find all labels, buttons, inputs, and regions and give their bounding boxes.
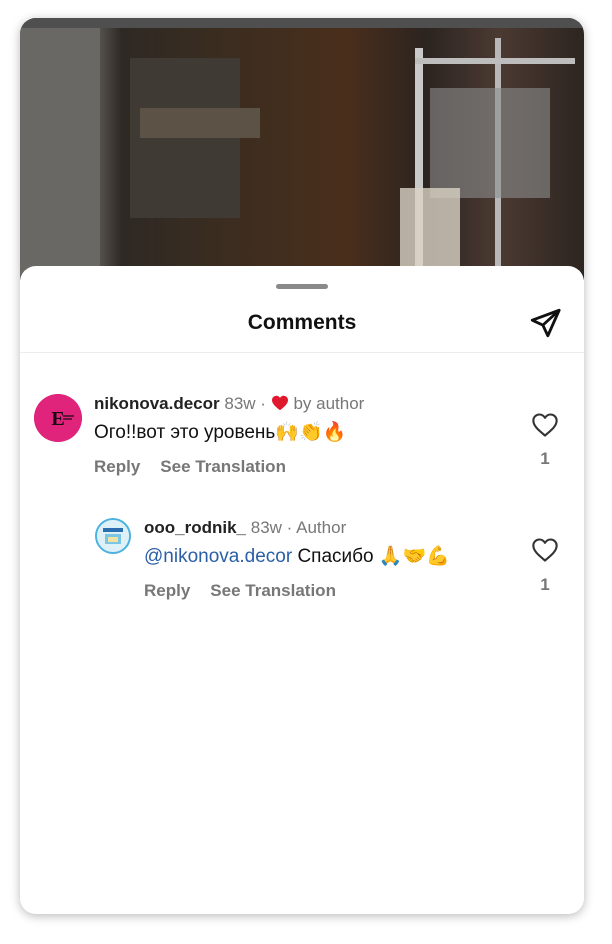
header-divider bbox=[20, 352, 584, 353]
photo-scene bbox=[20, 28, 575, 280]
mention-link[interactable]: @nikonova.decor bbox=[144, 546, 292, 567]
reply-button[interactable]: Reply bbox=[94, 457, 140, 476]
phone-screen: Comments E nikonova.decor 83w · by autho… bbox=[20, 18, 584, 914]
comment-username[interactable]: ooo_rodnik_ bbox=[144, 518, 246, 537]
author-tag: Author bbox=[296, 518, 347, 537]
background-photo bbox=[20, 18, 584, 280]
comment-actions: Reply See Translation bbox=[94, 457, 306, 477]
heart-outline-icon[interactable] bbox=[531, 537, 559, 563]
separator-dot: · bbox=[286, 518, 293, 537]
send-icon[interactable] bbox=[528, 306, 562, 340]
drag-handle[interactable] bbox=[276, 284, 328, 289]
sheet-title: Comments bbox=[247, 311, 357, 334]
comment-text: Ого!!вот это уровень🙌👏🔥 bbox=[94, 420, 346, 444]
comment-time: 83w bbox=[224, 394, 256, 413]
comment-body: Ого!!вот это уровень bbox=[94, 422, 276, 443]
see-translation-button[interactable]: See Translation bbox=[210, 581, 336, 600]
comments-sheet: Comments E nikonova.decor 83w · by autho… bbox=[20, 266, 584, 914]
comment-actions: Reply See Translation bbox=[144, 581, 356, 601]
see-translation-button[interactable]: See Translation bbox=[160, 457, 286, 476]
comment-time: 83w bbox=[250, 518, 282, 537]
reply-button[interactable]: Reply bbox=[144, 581, 190, 600]
heart-filled-icon bbox=[271, 395, 288, 411]
comment-username[interactable]: nikonova.decor bbox=[94, 394, 220, 413]
comment-body: Спасибо bbox=[297, 546, 374, 567]
svg-text:E: E bbox=[51, 408, 64, 430]
like-count: 1 bbox=[540, 449, 550, 468]
avatar-logo: E bbox=[34, 394, 82, 442]
comment-emojis: 🙌👏🔥 bbox=[275, 421, 347, 443]
avatar[interactable]: E bbox=[34, 394, 82, 442]
avatar[interactable] bbox=[95, 518, 131, 554]
avatar-logo bbox=[97, 520, 129, 552]
separator-dot: · bbox=[260, 394, 266, 413]
comment-text: @nikonova.decor Спасибо 🙏🤝💪 bbox=[144, 544, 450, 568]
comment-emojis: 🙏🤝💪 bbox=[378, 545, 450, 567]
comment-header: nikonova.decor 83w · by author bbox=[94, 394, 364, 414]
comment-header: ooo_rodnik_ 83w · Author bbox=[144, 518, 346, 538]
heart-outline-icon[interactable] bbox=[531, 412, 559, 438]
like-count: 1 bbox=[540, 575, 550, 594]
author-tag: by author bbox=[293, 394, 365, 413]
